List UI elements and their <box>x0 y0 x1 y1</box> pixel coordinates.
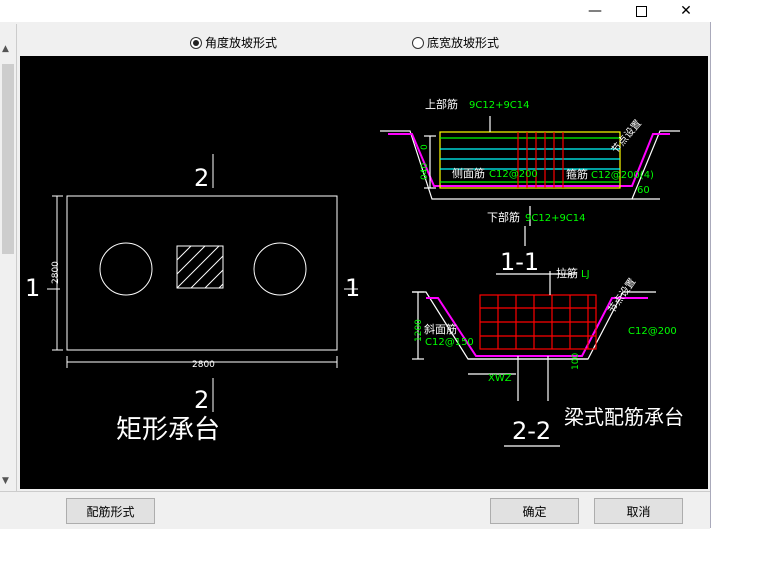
section-mark-right: 1 <box>345 274 360 302</box>
minimize-button[interactable]: — <box>572 0 618 22</box>
caption-rect-cap: 矩形承台 <box>116 415 220 445</box>
title-bar: — ✕ <box>0 0 710 22</box>
rebar-form-button[interactable]: 配筋形式 <box>66 498 155 524</box>
close-button[interactable]: ✕ <box>663 0 709 22</box>
s11-stirrup-value: C12@200(4) <box>591 170 654 181</box>
radio-angle-slope[interactable]: 角度放坡形式 <box>190 34 277 51</box>
maximize-icon <box>635 5 647 17</box>
s11-top-rebar-value: 9C12+9C14 <box>469 100 530 111</box>
radio-unselected-icon[interactable] <box>412 36 424 49</box>
s11-node-setting[interactable]: 节点设置 <box>609 118 644 156</box>
s11-title: 1-1 <box>500 248 539 276</box>
s22-node-setting[interactable]: 节点设置 <box>606 276 639 316</box>
radio-width-slope[interactable]: 底宽放坡形式 <box>412 34 499 51</box>
scroll-up-icon[interactable]: ▲ <box>2 44 9 54</box>
s22-slope-rebar-value: C12@150 <box>425 337 474 348</box>
section-mark-bottom: 2 <box>194 386 209 414</box>
cancel-button[interactable]: 取消 <box>594 498 683 524</box>
radio-width-label: 底宽放坡形式 <box>427 36 500 50</box>
s11-bottom-rebar-label: 下部筋 <box>487 210 520 224</box>
s11-dim-left-top: 0 <box>420 144 430 150</box>
s11-side-rebar-value: C12@200 <box>489 169 538 180</box>
s11-side-rebar-label: 侧面筋 <box>452 166 485 180</box>
s22-right-value: C12@200 <box>628 326 677 337</box>
maximize-button[interactable] <box>618 0 664 22</box>
close-icon: ✕ <box>680 3 692 19</box>
s22-dim-height: 1200 <box>414 319 424 342</box>
radio-selected-icon[interactable] <box>190 36 202 49</box>
left-scrollbar[interactable]: ▲ ▼ <box>0 24 17 491</box>
section-mark-left: 1 <box>25 274 40 302</box>
ok-button[interactable]: 确定 <box>490 498 579 524</box>
s11-stirrup-label: 箍筋 <box>566 167 588 181</box>
cap-outline <box>66 195 338 351</box>
radio-angle-label: 角度放坡形式 <box>205 36 278 50</box>
scroll-down-icon[interactable]: ▼ <box>2 476 9 486</box>
drawing-svg: 2 2 1 1 2800 2800 矩形承台 上部筋 9C12+9C14 侧面筋… <box>25 97 684 447</box>
s22-title: 2-2 <box>512 417 551 445</box>
drawing-canvas: 2 2 1 1 2800 2800 矩形承台 上部筋 9C12+9C14 侧面筋… <box>20 56 708 489</box>
section-mark-top: 2 <box>194 164 209 192</box>
dim-height-label: 2800 <box>51 261 61 284</box>
pile-right <box>253 242 307 296</box>
s11-angle-label: 60 <box>637 185 650 196</box>
s22-tie-value: LJ <box>581 269 590 280</box>
s22-xwz: XWZ <box>488 373 512 384</box>
s22-dim-small: 100 <box>571 353 581 370</box>
slope-form-options: 角度放坡形式 底宽放坡形式 <box>20 26 708 54</box>
dim-width-label: 2800 <box>192 360 215 370</box>
s22-slope-rebar-label: 斜面筋 <box>424 322 457 336</box>
s11-bottom-rebar-value: 9C12+9C14 <box>525 213 586 224</box>
scrollbar-thumb[interactable] <box>2 64 14 254</box>
caption-beam-cap: 梁式配筋承台 <box>564 405 684 429</box>
pile-left <box>99 242 153 296</box>
minimize-icon: — <box>588 3 602 19</box>
s11-top-rebar-label: 上部筋 <box>425 97 458 111</box>
s11-dim-left-mid: 040 <box>420 163 430 180</box>
s22-tie-label: 拉筋 <box>556 266 578 280</box>
